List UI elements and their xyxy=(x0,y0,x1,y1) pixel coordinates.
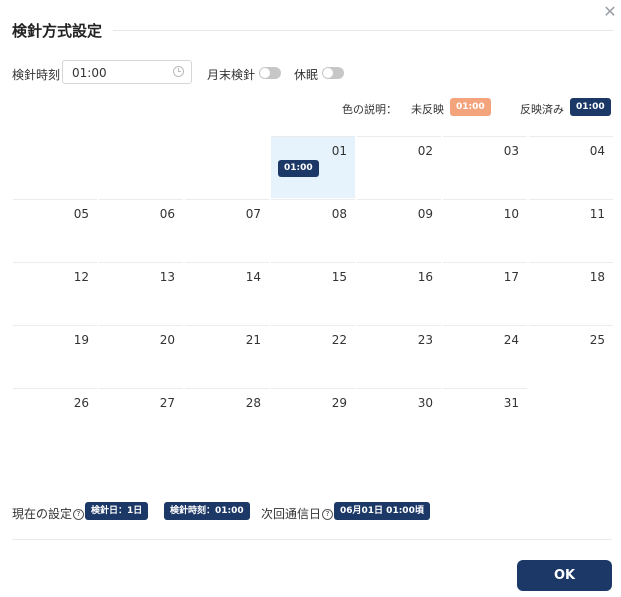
day-number: 05 xyxy=(73,207,89,221)
dormant-label: 休眠 xyxy=(294,68,319,82)
day-number: 26 xyxy=(73,396,89,410)
day-number: 14 xyxy=(245,270,261,284)
day-number: 22 xyxy=(331,333,347,347)
next-comm-text: 次回通信日 xyxy=(261,507,322,521)
day-number: 11 xyxy=(589,207,605,221)
calendar-day-26[interactable]: 26 xyxy=(13,388,97,450)
calendar-day-30[interactable]: 30 xyxy=(357,388,441,450)
day-number: 06 xyxy=(159,207,175,221)
close-icon[interactable]: ✕ xyxy=(602,4,618,20)
calendar-day-01[interactable]: 01 01:00 xyxy=(271,136,355,198)
calendar-day-19[interactable]: 19 xyxy=(13,325,97,387)
calendar-day-02[interactable]: 02 xyxy=(357,136,441,198)
day-number: 04 xyxy=(589,144,605,158)
calendar-day-27[interactable]: 27 xyxy=(99,388,183,450)
month-end-label: 月末検針 xyxy=(207,68,256,82)
calendar-day-18[interactable]: 18 xyxy=(529,262,613,324)
day-number: 24 xyxy=(503,333,519,347)
day-number: 07 xyxy=(245,207,261,221)
calendar-day-20[interactable]: 20 xyxy=(99,325,183,387)
legend-reflected-badge: 01:00 xyxy=(570,98,611,116)
day-number: 31 xyxy=(503,396,519,410)
title-divider xyxy=(113,30,613,31)
day-number: 13 xyxy=(159,270,175,284)
day-number: 25 xyxy=(589,333,605,347)
calendar-day-12[interactable]: 12 xyxy=(13,262,97,324)
day-number: 29 xyxy=(331,396,347,410)
calendar-day-03[interactable]: 03 xyxy=(443,136,527,198)
next-comm-label: 次回通信日? xyxy=(261,505,334,522)
calendar-day-05[interactable]: 05 xyxy=(13,199,97,261)
day-number: 03 xyxy=(503,144,519,158)
calendar-day-14[interactable]: 14 xyxy=(185,262,269,324)
day-number: 28 xyxy=(245,396,261,410)
day-number: 27 xyxy=(159,396,175,410)
ok-button[interactable]: OK xyxy=(517,560,612,591)
calendar-day-23[interactable]: 23 xyxy=(357,325,441,387)
day-number: 12 xyxy=(73,270,89,284)
calendar-day-16[interactable]: 16 xyxy=(357,262,441,324)
calendar-day-04[interactable]: 04 xyxy=(529,136,613,198)
calendar-day-21[interactable]: 21 xyxy=(185,325,269,387)
calendar-day-13[interactable]: 13 xyxy=(99,262,183,324)
calendar-day-29[interactable]: 29 xyxy=(271,388,355,450)
day-time-chip: 01:00 xyxy=(278,160,319,177)
day-number: 16 xyxy=(417,270,433,284)
time-input-value: 01:00 xyxy=(72,66,107,80)
day-number: 01 xyxy=(331,144,347,158)
day-number: 09 xyxy=(417,207,433,221)
day-number: 02 xyxy=(417,144,433,158)
calendar-day-07[interactable]: 07 xyxy=(185,199,269,261)
calendar-day-31[interactable]: 31 xyxy=(443,388,527,450)
day-number: 21 xyxy=(245,333,261,347)
next-comm-badge: 06月01日 01:00頃 xyxy=(334,502,430,520)
current-settings-text: 現在の設定 xyxy=(12,507,73,521)
calendar-day-28[interactable]: 28 xyxy=(185,388,269,450)
help-icon[interactable]: ? xyxy=(322,509,334,520)
day-number: 18 xyxy=(589,270,605,284)
calendar-day-22[interactable]: 22 xyxy=(271,325,355,387)
day-number: 17 xyxy=(503,270,519,284)
current-settings-label: 現在の設定? xyxy=(12,505,85,522)
calendar-day-06[interactable]: 06 xyxy=(99,199,183,261)
time-label: 検針時刻 xyxy=(12,68,61,82)
legend-unreflected-badge: 01:00 xyxy=(450,98,491,116)
footer-divider xyxy=(12,539,612,540)
calendar-day-09[interactable]: 09 xyxy=(357,199,441,261)
calendar-day-25[interactable]: 25 xyxy=(529,325,613,387)
clock-icon xyxy=(173,66,184,77)
calendar-day-15[interactable]: 15 xyxy=(271,262,355,324)
calendar-day-08[interactable]: 08 xyxy=(271,199,355,261)
dialog-title: 検針方式設定 xyxy=(12,22,103,40)
help-icon[interactable]: ? xyxy=(73,509,85,520)
legend-reflected-label: 反映済み xyxy=(520,103,564,116)
day-number: 19 xyxy=(73,333,89,347)
calendar-day-24[interactable]: 24 xyxy=(443,325,527,387)
day-number: 10 xyxy=(503,207,519,221)
legend-unreflected-label: 未反映 xyxy=(411,103,444,116)
dormant-toggle[interactable] xyxy=(322,67,344,79)
day-number: 15 xyxy=(331,270,347,284)
calendar-day-11[interactable]: 11 xyxy=(529,199,613,261)
day-number: 20 xyxy=(159,333,175,347)
current-day-badge: 検針日：1日 xyxy=(85,502,149,520)
toggle-knob xyxy=(323,68,333,78)
calendar-day-17[interactable]: 17 xyxy=(443,262,527,324)
calendar-day-10[interactable]: 10 xyxy=(443,199,527,261)
current-time-badge: 検針時刻：01:00 xyxy=(164,502,250,520)
day-number: 30 xyxy=(417,396,433,410)
day-number: 08 xyxy=(331,207,347,221)
time-input[interactable]: 01:00 xyxy=(62,60,192,84)
day-number: 23 xyxy=(417,333,433,347)
legend-title: 色の説明： xyxy=(342,103,397,116)
toggle-knob xyxy=(260,68,270,78)
month-end-toggle[interactable] xyxy=(259,67,281,79)
